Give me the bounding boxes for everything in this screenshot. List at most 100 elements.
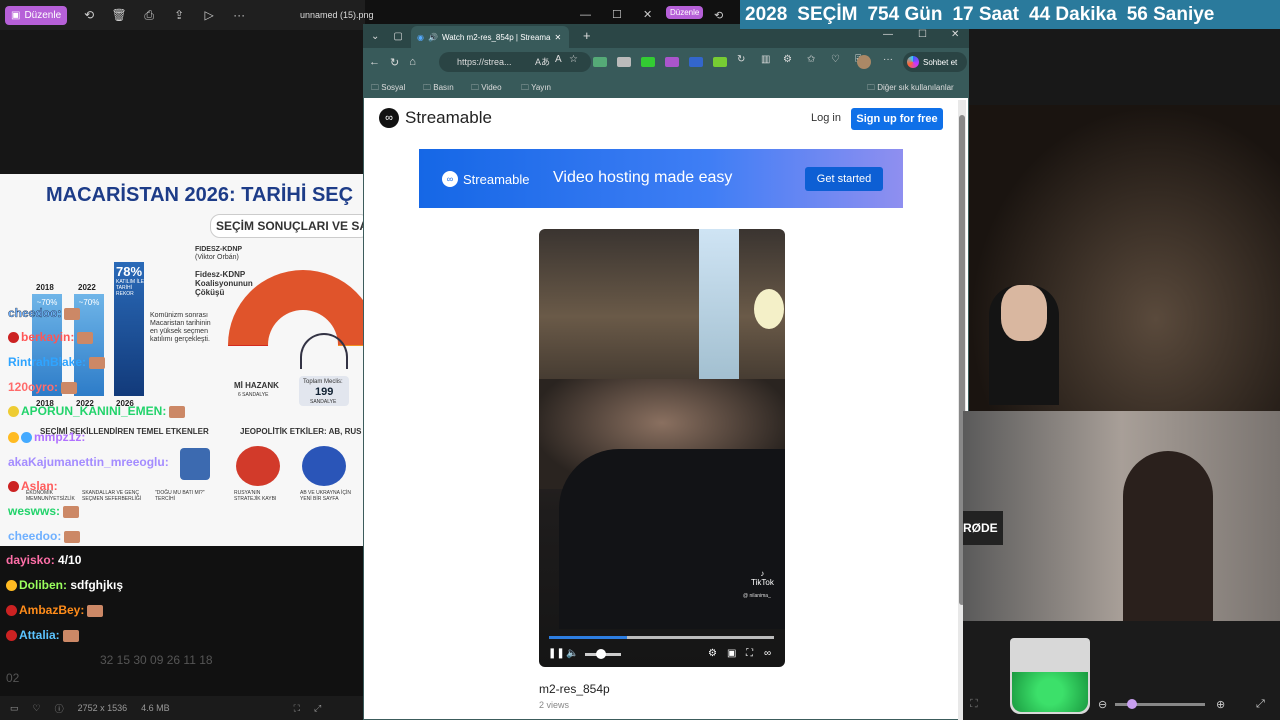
badge-icon <box>6 630 17 642</box>
new-tab-icon[interactable]: + <box>583 28 591 43</box>
fit-icon[interactable]: ⛶ <box>294 703 300 714</box>
address-bar: ← ↻ ⌂ https://strea... Aあ A ☆ ↻ ▥ ⚙ ✩ ♡ … <box>363 48 969 76</box>
profile-avatar[interactable] <box>857 55 871 69</box>
fit-icon[interactable]: ⛶ <box>970 698 978 711</box>
zoom-in-icon[interactable]: ⊕ <box>1216 698 1225 711</box>
eu-ukraine-icon <box>302 446 346 486</box>
refresh-icon[interactable]: ↻ <box>390 56 399 69</box>
total-unit: SANDALYE <box>310 399 337 405</box>
chat-user: RintrahBlake: <box>8 355 106 369</box>
extension-icon[interactable] <box>617 57 631 67</box>
settings-icon[interactable]: ⚙ <box>783 54 792 65</box>
year-label: 2022 <box>78 283 96 292</box>
bookmark-folder-sosyal[interactable]: 🗀 Sosyal <box>371 82 405 96</box>
emote-icon <box>64 307 81 320</box>
video-settings-icon[interactable]: ⚙ <box>708 648 717 659</box>
menu-dots-icon[interactable]: ··· <box>883 54 893 65</box>
volume-knob[interactable] <box>596 649 606 659</box>
bookmark-folder-video[interactable]: 🗀 Video <box>471 82 502 96</box>
translate-icon[interactable]: Aあ <box>535 55 550 68</box>
fullscreen-icon[interactable]: ⤢ <box>314 703 321 714</box>
maximize-icon[interactable]: ☐ <box>612 8 622 21</box>
delete-icon[interactable]: 🗑 <box>111 8 127 22</box>
bookmark-folder-basin[interactable]: 🗀 Basın <box>423 82 454 96</box>
extension-icon[interactable] <box>689 57 703 67</box>
image-dimensions: 2752 x 1536 <box>77 703 128 713</box>
browser-maximize-icon[interactable]: ☐ <box>918 29 927 40</box>
rode-mic: RØDE <box>963 511 1003 545</box>
favorite-star-icon[interactable]: ☆ <box>569 54 578 65</box>
extension-icon[interactable] <box>641 57 655 67</box>
tiktok-watermark: ♪ TikTok <box>751 569 774 587</box>
rotate-icon[interactable]: ⟲ <box>81 8 97 22</box>
chat-area <box>0 546 365 696</box>
factor-eu: AB VE UKRAYNA İÇİN YENİ BİR SAYFA <box>300 490 352 502</box>
extension-icon[interactable] <box>713 57 727 67</box>
workspace-icon[interactable]: ▢ <box>393 31 402 42</box>
emote-icon <box>64 530 81 543</box>
pip-icon[interactable]: ▣ <box>727 648 736 659</box>
browser-minimize-icon[interactable]: — <box>883 29 893 40</box>
tab-menu-icon[interactable]: ⌄ <box>371 31 379 42</box>
balloon <box>754 289 784 329</box>
record-label: KATILIM İLE TARİHİ REKOR <box>116 279 144 297</box>
info-icon[interactable]: ⓘ <box>55 702 64 715</box>
watermark-user: @ nilanima_ <box>743 593 771 599</box>
badge-icon <box>21 432 32 444</box>
extension-icon[interactable] <box>665 57 679 67</box>
browser-tab[interactable]: ◉ 🔊 Watch m2-res_854p | Streama ✕ <box>411 26 569 48</box>
fullscreen-video-icon[interactable]: ⛶ <box>746 648 753 659</box>
get-started-button[interactable]: Get started <box>805 167 883 191</box>
home-icon[interactable]: ⌂ <box>409 56 416 68</box>
emote-icon <box>89 356 106 369</box>
emote-icon <box>61 381 78 394</box>
video-player[interactable]: ♪ TikTok @ nilanima_ <box>539 229 785 667</box>
split-screen-icon[interactable]: ▥ <box>761 54 770 65</box>
volume-icon[interactable]: 🔈 <box>566 648 578 659</box>
zoom-out-icon[interactable]: ⊖ <box>1098 698 1107 711</box>
streamable-logo[interactable]: ∞ Streamable <box>379 108 492 128</box>
rotate-icon[interactable]: ⟲ <box>714 9 723 22</box>
sync-icon[interactable]: ↻ <box>737 54 745 65</box>
read-aloud-icon[interactable]: A <box>555 54 562 65</box>
streamable-badge-icon[interactable]: ∞ <box>764 648 771 659</box>
favorite-icon[interactable]: ♡ <box>33 703 41 714</box>
filmstrip-icon[interactable]: ▭ <box>10 703 19 714</box>
tab-close-icon[interactable]: ✕ <box>554 33 561 42</box>
pause-icon[interactable]: ❚❚ <box>548 648 565 659</box>
slideshow-icon[interactable]: ▷ <box>201 8 217 22</box>
login-link[interactable]: Log in <box>811 112 841 124</box>
signup-button[interactable]: Sign up for free <box>851 108 943 130</box>
other-bookmarks[interactable]: 🗀 Diğer sık kullanılanlar <box>867 82 954 96</box>
badge-icon <box>8 406 19 418</box>
share-icon[interactable]: ⇪ <box>171 8 187 22</box>
zoom-knob[interactable] <box>1127 699 1137 709</box>
election-countdown: 2028 SEÇİM 754 Gün 17 Saat 44 Dakika 56 … <box>740 0 1280 29</box>
chat-user: Aslan: <box>8 479 58 493</box>
copilot-chat-button[interactable]: Sohbet et <box>903 52 967 72</box>
extension-icon[interactable] <box>593 57 607 67</box>
print-icon[interactable]: ⎙ <box>141 8 157 23</box>
back-icon[interactable]: ← <box>369 56 380 68</box>
speaker-face <box>1001 285 1047 341</box>
minimize-icon[interactable]: — <box>580 9 591 21</box>
countdown-days: 754 Gün <box>867 3 943 25</box>
favorites-icon[interactable]: ✩ <box>807 54 815 65</box>
countdown-seconds: 56 Saniye <box>1126 3 1215 25</box>
chat-user: cheedoo: <box>8 306 81 320</box>
chat-user: mmpz1z: <box>8 430 85 444</box>
edit-button-2[interactable]: Düzenle <box>666 6 704 19</box>
collections-icon[interactable]: ♡ <box>831 54 840 65</box>
chat-user: cheedoo: <box>8 529 81 543</box>
expand-icon[interactable]: ⤢ <box>1256 698 1265 711</box>
file-name: unnamed (15).png <box>300 10 374 20</box>
russia-loss-icon <box>236 446 280 486</box>
more-icon[interactable]: ··· <box>231 8 247 22</box>
close-icon[interactable]: ✕ <box>643 8 652 21</box>
bookmark-folder-yayin[interactable]: 🗀 Yayın <box>521 82 551 96</box>
edit-button[interactable]: ▣ Düzenle <box>5 5 68 25</box>
url-text: https://strea... <box>457 57 512 67</box>
left-dark-area <box>0 30 365 174</box>
browser-close-icon[interactable]: ✕ <box>951 29 959 40</box>
geo-heading: JEOPOLİTİK ETKİLER: AB, RUS <box>240 427 362 436</box>
